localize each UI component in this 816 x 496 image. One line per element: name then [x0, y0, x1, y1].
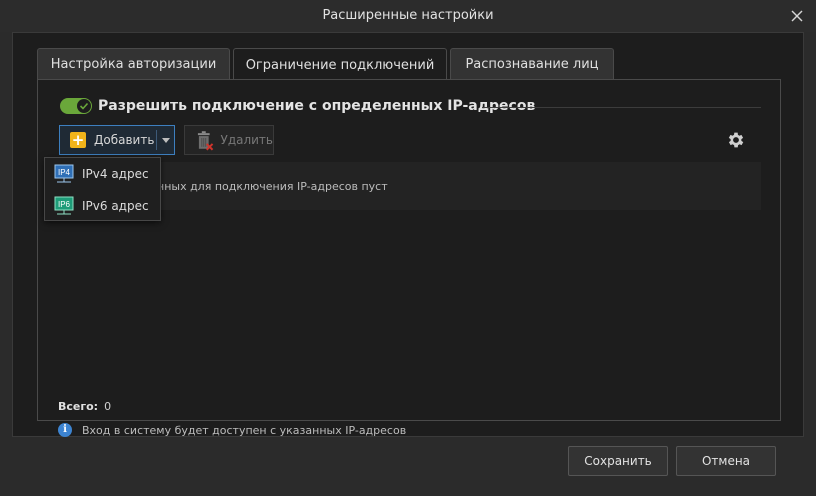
- plus-icon: +: [70, 131, 86, 149]
- close-button[interactable]: [786, 5, 808, 27]
- tab-connection-limits[interactable]: Ограничение подключений: [233, 48, 447, 81]
- delete-button[interactable]: Удалить: [184, 125, 274, 155]
- add-button-label: Добавить: [94, 133, 155, 147]
- close-icon[interactable]: [786, 5, 808, 27]
- tab-label: Настройка авторизации: [50, 56, 217, 72]
- title-bar: Расширенные настройки: [0, 0, 816, 32]
- section-divider: [482, 107, 761, 108]
- total-label: Всего:: [58, 400, 99, 413]
- info-note: i Вход в систему будет доступен с указан…: [58, 423, 406, 437]
- ip-address-list: нных для подключения IP-адресов пуст: [59, 162, 761, 210]
- tab-face-recognition[interactable]: Распознавание лиц: [450, 48, 614, 79]
- ipv4-icon: IP4: [54, 164, 74, 183]
- menu-item-ipv6[interactable]: IP6 IPv6 адрес: [45, 191, 160, 221]
- window-title: Расширенные настройки: [322, 8, 494, 23]
- menu-item-label: IPv6 адрес: [82, 199, 149, 213]
- total-value: 0: [104, 400, 112, 413]
- tab-label: Распознавание лиц: [465, 56, 599, 72]
- toggle-knob: [77, 99, 91, 113]
- save-button-label: Сохранить: [584, 454, 652, 468]
- gear-icon[interactable]: [726, 130, 746, 150]
- menu-item-label: IPv4 адрес: [82, 167, 149, 181]
- tab-label: Ограничение подключений: [245, 57, 435, 73]
- info-text: Вход в систему будет доступен с указанны…: [82, 423, 407, 437]
- allow-ip-toggle-label: Разрешить подключение с определенных IP-…: [98, 98, 536, 114]
- allow-ip-toggle-row: Разрешить подключение с определенных IP-…: [60, 98, 535, 114]
- total-count: Всего: 0: [58, 400, 111, 413]
- tab-authorization[interactable]: Настройка авторизации: [37, 48, 230, 79]
- empty-list-message: нных для подключения IP-адресов пуст: [157, 180, 388, 193]
- delete-button-label: Удалить: [220, 133, 274, 147]
- add-dropdown-menu: IP4 IPv4 адрес IP6 IPv6 адрес: [44, 157, 161, 221]
- check-icon: [79, 102, 89, 110]
- ipv6-icon: IP6: [54, 196, 74, 215]
- chevron-down-icon[interactable]: [162, 138, 170, 143]
- connection-limits-panel: Разрешить подключение с определенных IP-…: [37, 79, 781, 437]
- menu-item-ipv4[interactable]: IP4 IPv4 адрес: [45, 159, 160, 189]
- split-divider: [156, 130, 157, 150]
- save-button[interactable]: Сохранить: [568, 446, 668, 476]
- ipv4-icon-text: IP4: [58, 168, 71, 177]
- dialog-body: Настройка авторизации Ограничение подклю…: [12, 32, 804, 437]
- cancel-button[interactable]: Отмена: [676, 446, 776, 476]
- trash-icon: [197, 131, 214, 151]
- allow-ip-toggle[interactable]: [60, 98, 92, 114]
- cancel-button-label: Отмена: [701, 454, 751, 468]
- info-icon: i: [58, 423, 72, 437]
- add-button[interactable]: + Добавить: [59, 125, 175, 155]
- ipv6-icon-text: IP6: [58, 200, 71, 209]
